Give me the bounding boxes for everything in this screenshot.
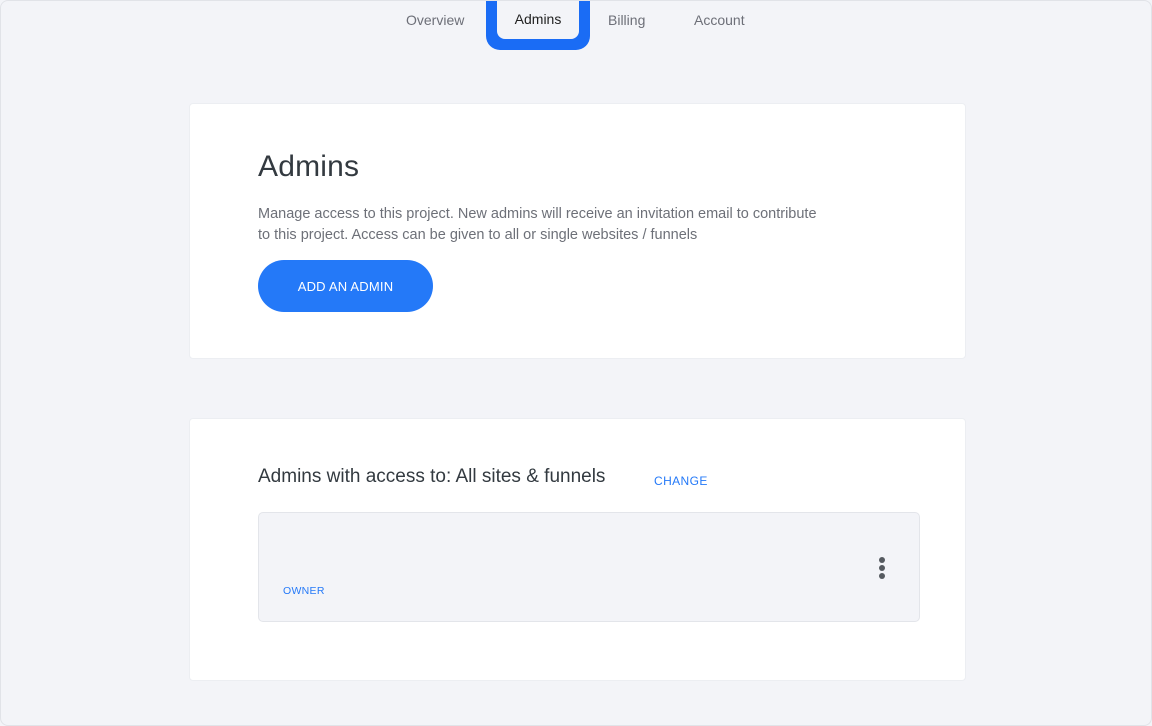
role-badge: OWNER <box>283 585 325 597</box>
admins-card: Admins Manage access to this project. Ne… <box>189 103 966 359</box>
tab-admins-label: Admins <box>497 1 579 39</box>
page-title: Admins <box>258 150 360 183</box>
tab-overview[interactable]: Overview <box>406 12 464 28</box>
more-vertical-icon[interactable] <box>871 555 893 583</box>
admins-description: Manage access to this project. New admin… <box>258 206 817 243</box>
tab-account[interactable]: Account <box>694 12 745 28</box>
more-vertical-icon-svg <box>879 557 885 579</box>
tab-admins[interactable]: Admins <box>486 1 590 50</box>
tab-billing[interactable]: Billing <box>608 12 645 28</box>
admin-list-item: OWNER <box>258 512 920 622</box>
tab-bar: Overview Admins Billing Account <box>1 1 1152 51</box>
add-admin-button[interactable]: ADD AN ADMIN <box>258 260 433 312</box>
app-frame: Overview Admins Billing Account Admins M… <box>0 0 1152 726</box>
access-section-title: Admins with access to: All sites & funne… <box>258 466 606 487</box>
admin-access-card: Admins with access to: All sites & funne… <box>189 418 966 681</box>
change-access-link[interactable]: CHANGE <box>654 474 708 488</box>
